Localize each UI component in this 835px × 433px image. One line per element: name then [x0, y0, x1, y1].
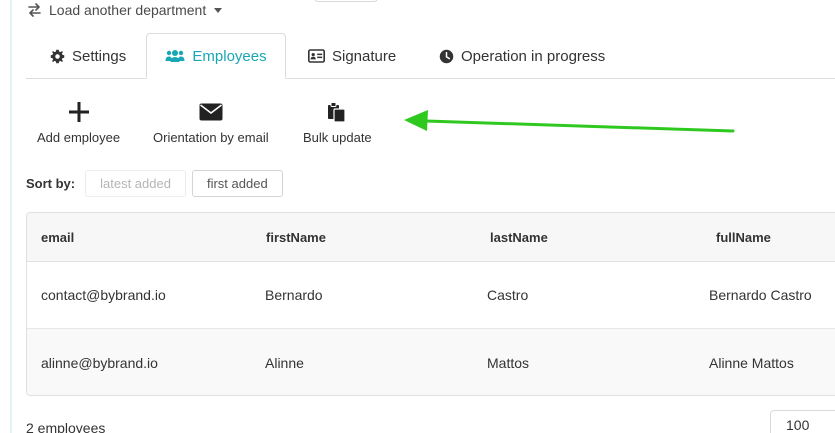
- annotation-arrow: [404, 110, 735, 133]
